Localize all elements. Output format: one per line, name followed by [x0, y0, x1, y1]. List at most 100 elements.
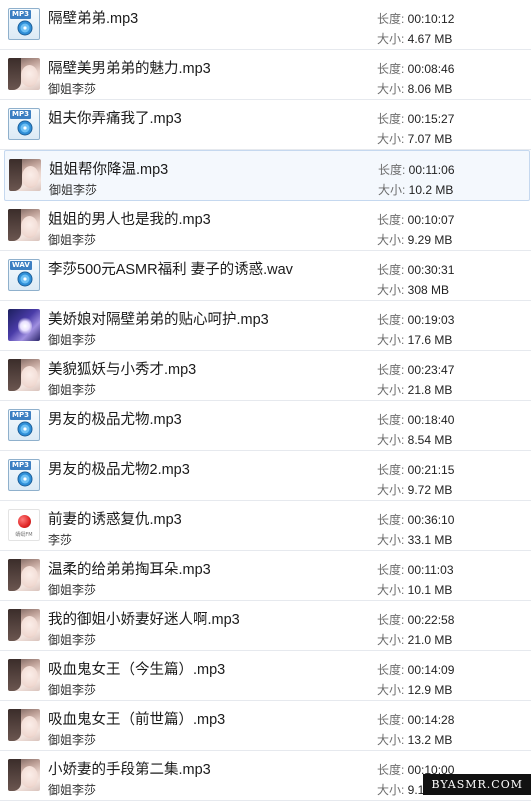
length-value: 00:36:10 [407, 513, 455, 527]
length-label: 长度: [378, 163, 409, 177]
file-artist: 御姐李莎 [48, 733, 97, 747]
file-length: 长度: 00:14:09 [377, 661, 454, 678]
file-size: 大小: 17.6 MB [377, 331, 452, 348]
file-artist: 御姐李莎 [48, 333, 97, 347]
file-size: 大小: 12.9 MB [377, 681, 452, 698]
file-row[interactable]: MP3 姐夫你弄痛我了.mp3 长度: 00:15:27 大小: 7.07 MB [0, 100, 531, 150]
length-label: 长度: [377, 713, 408, 727]
disc-icon [17, 471, 33, 487]
file-size: 大小: 10.2 MB [378, 181, 453, 198]
file-size: 大小: 8.06 MB [377, 80, 452, 97]
file-artist: 御姐李莎 [48, 383, 97, 397]
file-size: 大小: 8.54 MB [377, 431, 452, 448]
file-artist: 御姐李莎 [48, 783, 97, 797]
file-artist: 御姐李莎 [48, 683, 97, 697]
file-length: 长度: 00:21:15 [377, 461, 454, 478]
file-row[interactable]: 蜻蜓FM 前妻的诱惑复仇.mp3 李莎 长度: 00:36:10 大小: 33.1 MB [0, 501, 531, 551]
size-value: 21.0 MB [407, 633, 453, 647]
size-value: 33.1 MB [407, 533, 453, 547]
size-value: 13.2 MB [407, 733, 453, 747]
disc-icon [17, 20, 33, 36]
file-row[interactable]: 吸血鬼女王（前世篇）.mp3 御姐李莎 长度: 00:14:28 大小: 13.2 M… [0, 701, 531, 751]
size-label: 大小: [377, 683, 408, 697]
size-value: 9.72 MB [407, 483, 453, 497]
file-row[interactable]: 美娇娘对隔壁弟弟的贴心呵护.mp3 御姐李莎 长度: 00:19:03 大小: 17.… [0, 301, 531, 351]
file-title: 李莎500元ASMR福利 妻子的诱惑.wav [48, 262, 293, 278]
file-row[interactable]: 姐姐帮你降温.mp3 御姐李莎 长度: 00:11:06 大小: 10.2 MB [4, 150, 530, 201]
length-value: 00:10:07 [407, 213, 455, 227]
file-title: 吸血鬼女王（今生篇）.mp3 [48, 662, 226, 678]
file-row[interactable]: 隔壁美男弟弟的魅力.mp3 御姐李莎 长度: 00:08:46 大小: 8.06 MB [0, 50, 531, 100]
file-length: 长度: 00:23:47 [377, 361, 454, 378]
radio-logo-text: 蜻蜓FM [15, 532, 33, 538]
size-label: 大小: [377, 233, 408, 247]
file-row[interactable]: 温柔的给弟弟掏耳朵.mp3 御姐李莎 长度: 00:11:03 大小: 10.1 MB [0, 551, 531, 601]
length-label: 长度: [377, 213, 408, 227]
length-value: 00:14:28 [407, 713, 455, 727]
file-size: 大小: 9.29 MB [377, 231, 452, 248]
length-label: 长度: [377, 363, 408, 377]
size-label: 大小: [377, 333, 408, 347]
file-length: 长度: 00:14:28 [377, 711, 454, 728]
file-artist: 御姐李莎 [48, 633, 97, 647]
length-value: 00:18:40 [407, 413, 455, 427]
file-title: 男友的极品尤物2.mp3 [48, 462, 190, 478]
file-size: 大小: 7.07 MB [377, 130, 452, 147]
wav-file-icon: WAV [8, 259, 40, 291]
radio-app-icon: 蜻蜓FM [8, 509, 40, 541]
length-value: 00:23:47 [407, 363, 455, 377]
avatar-photo-icon [8, 559, 40, 591]
file-artist: 御姐李莎 [49, 183, 98, 197]
file-extension-badge: MP3 [10, 110, 31, 119]
file-length: 长度: 00:11:06 [378, 161, 455, 178]
length-label: 长度: [377, 563, 408, 577]
length-label: 长度: [377, 663, 408, 677]
file-title: 隔壁弟弟.mp3 [48, 11, 139, 27]
file-title: 前妻的诱惑复仇.mp3 [48, 512, 182, 528]
file-title: 隔壁美男弟弟的魅力.mp3 [48, 61, 211, 77]
site-watermark: BYASMR.COM [423, 774, 531, 795]
file-title: 男友的极品尤物.mp3 [48, 412, 182, 428]
file-row[interactable]: 美貌狐妖与小秀才.mp3 御姐李莎 长度: 00:23:47 大小: 21.8 MB [0, 351, 531, 401]
file-length: 长度: 00:11:03 [377, 561, 454, 578]
size-label: 大小: [377, 533, 408, 547]
mp3-file-icon: MP3 [8, 459, 40, 491]
file-row[interactable]: MP3 男友的极品尤物.mp3 长度: 00:18:40 大小: 8.54 MB [0, 401, 531, 451]
file-row[interactable]: 姐姐的男人也是我的.mp3 御姐李莎 长度: 00:10:07 大小: 9.29 MB [0, 201, 531, 251]
file-title: 姐姐帮你降温.mp3 [49, 162, 169, 178]
length-value: 00:15:27 [407, 112, 455, 126]
file-row[interactable]: WAV 李莎500元ASMR福利 妻子的诱惑.wav 长度: 00:30:31 大小:… [0, 251, 531, 301]
file-artist: 御姐李莎 [48, 82, 97, 96]
size-value: 8.54 MB [407, 433, 453, 447]
file-length: 长度: 00:36:10 [377, 511, 454, 528]
file-length: 长度: 00:18:40 [377, 411, 454, 428]
disc-icon [17, 421, 33, 437]
file-row[interactable]: MP3 男友的极品尤物2.mp3 长度: 00:21:15 大小: 9.72 MB [0, 451, 531, 501]
length-label: 长度: [377, 112, 408, 126]
file-extension-badge: MP3 [10, 10, 31, 19]
length-label: 长度: [377, 12, 408, 26]
length-label: 长度: [377, 463, 408, 477]
length-value: 00:08:46 [407, 62, 455, 76]
file-title: 姐夫你弄痛我了.mp3 [48, 111, 182, 127]
file-size: 大小: 33.1 MB [377, 531, 452, 548]
size-label: 大小: [377, 383, 408, 397]
mp3-file-icon: MP3 [8, 108, 40, 140]
mp3-file-icon: MP3 [8, 8, 40, 40]
file-row[interactable]: 吸血鬼女王（今生篇）.mp3 御姐李莎 长度: 00:14:09 大小: 12.9 M… [0, 651, 531, 701]
file-size: 大小: 21.8 MB [377, 381, 452, 398]
size-label: 大小: [377, 733, 408, 747]
length-label: 长度: [377, 263, 408, 277]
length-value: 00:14:09 [407, 663, 455, 677]
size-label: 大小: [377, 283, 408, 297]
avatar-photo-icon [8, 659, 40, 691]
disc-icon [17, 120, 33, 136]
size-value: 9.29 MB [407, 233, 453, 247]
size-label: 大小: [377, 132, 408, 146]
file-size: 大小: 308 MB [377, 281, 449, 298]
size-value: 10.1 MB [407, 583, 453, 597]
file-length: 长度: 00:08:46 [377, 60, 454, 77]
file-title: 美貌狐妖与小秀才.mp3 [48, 362, 197, 378]
file-row[interactable]: 我的御姐小娇妻好迷人啊.mp3 御姐李莎 长度: 00:22:58 大小: 21.0 … [0, 601, 531, 651]
file-row[interactable]: MP3 隔壁弟弟.mp3 长度: 00:10:12 大小: 4.67 MB [0, 0, 531, 50]
